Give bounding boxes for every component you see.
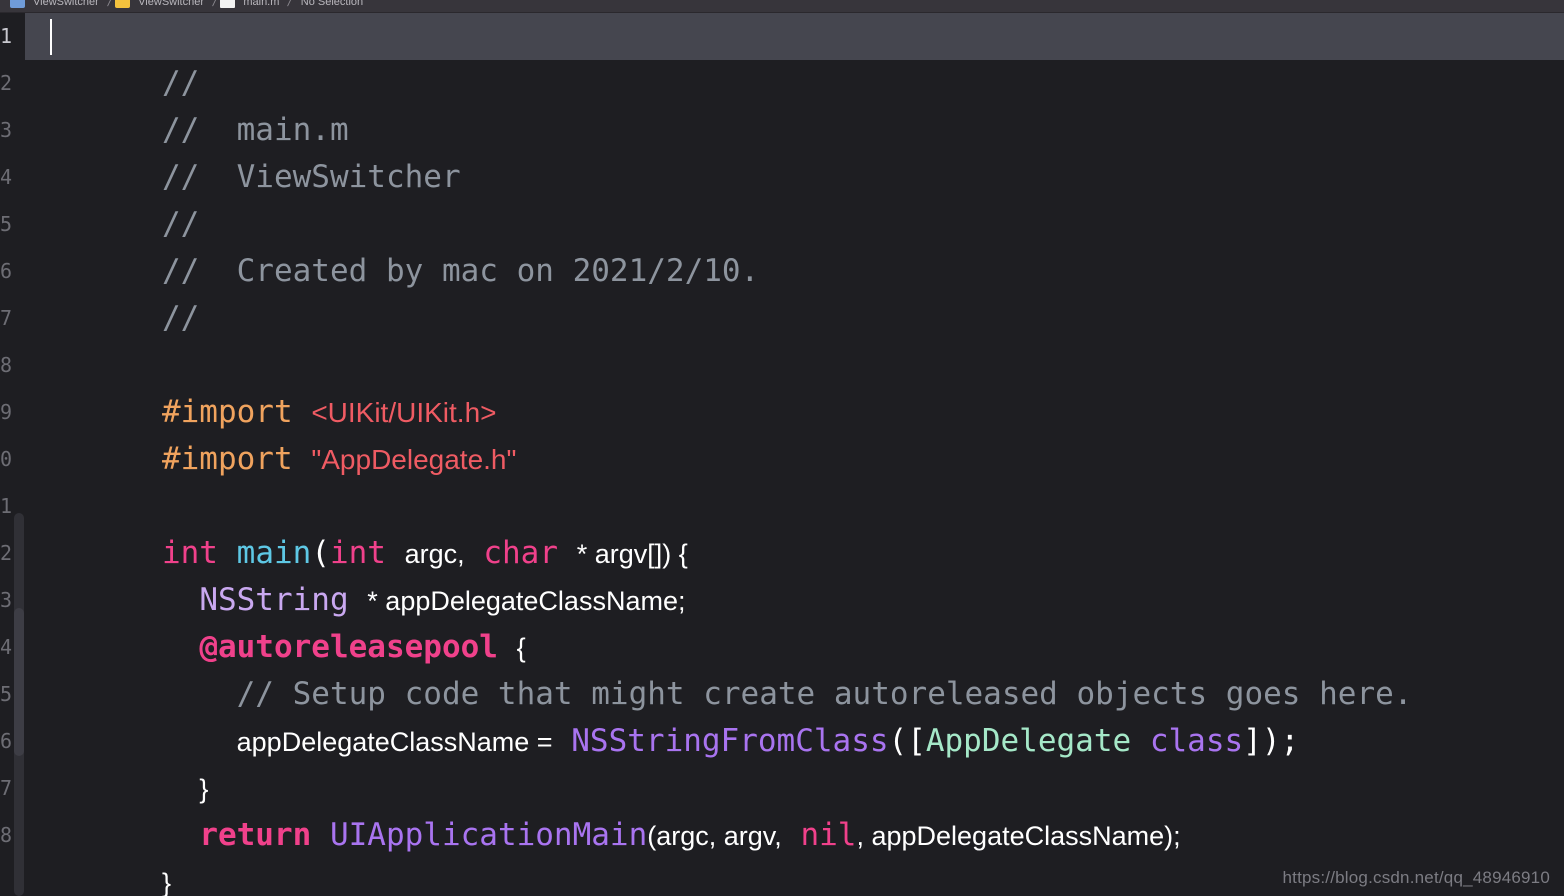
line-number: 12 (0, 541, 12, 565)
line-number: 17 (0, 776, 12, 800)
line-number: 15 (0, 682, 12, 706)
breadcrumb-item-file[interactable]: main.m (238, 0, 284, 8)
code-line[interactable]: // Created by mac on 2021/2/10. (25, 201, 1564, 289)
code-line[interactable]: appDelegateClassName = NSStringFromClass… (25, 671, 1564, 759)
code-line[interactable]: // ViewSwitcher (25, 107, 1564, 195)
line-number: 13 (0, 588, 12, 612)
line-number: 10 (0, 447, 12, 471)
code-line[interactable]: // (25, 248, 1564, 336)
code-line[interactable]: // Setup code that might create autorele… (25, 624, 1564, 712)
line-number: 1 (0, 24, 12, 48)
line-number: 2 (0, 71, 12, 95)
text-cursor (50, 19, 52, 55)
line-number-gutter: 1 2 3 4 5 6 7 8 9 10 11 12 13 14 15 16 1… (0, 13, 13, 896)
code-line[interactable]: NSString * appDelegateClassName; (25, 530, 1564, 618)
file-icon (220, 0, 236, 8)
code-line[interactable]: int main(int argc, char * argv[]) { (25, 483, 1564, 571)
project-icon (10, 0, 25, 8)
breadcrumb-item-selection[interactable]: No Selection (296, 0, 368, 8)
folder-icon (115, 0, 131, 8)
line-number: 6 (0, 259, 12, 283)
line-number: 4 (0, 165, 12, 189)
code-line[interactable] (25, 436, 1564, 483)
line-number: 11 (0, 494, 12, 518)
code-line[interactable]: } (25, 718, 1564, 804)
code-line[interactable]: } (25, 812, 1564, 896)
code-line[interactable]: // main.m (25, 60, 1564, 148)
line-number: 16 (0, 729, 12, 753)
line-number: 7 (0, 306, 12, 330)
code-line[interactable]: #import "AppDelegate.h" (25, 389, 1564, 477)
breadcrumb-bar[interactable]: ViewSwitcher / ViewSwitcher / main.m / N… (0, 0, 1564, 13)
code-text-area[interactable]: // // main.m // ViewSwitcher // // Creat… (25, 13, 1564, 896)
breadcrumb-item-project[interactable]: ViewSwitcher (28, 0, 104, 8)
code-line[interactable]: #import <UIKit/UIKit.h> (25, 342, 1564, 430)
code-line[interactable]: @autoreleasepool { (25, 577, 1564, 665)
code-line[interactable]: return UIApplicationMain(argc, argv, nil… (25, 765, 1564, 853)
token-brace-close-outer: } (161, 868, 172, 896)
code-line[interactable] (25, 295, 1564, 342)
line-number: 9 (0, 400, 12, 424)
code-fold-ribbon-autoreleasepool[interactable] (14, 608, 24, 756)
code-line[interactable]: // (25, 13, 1564, 101)
breadcrumb-item-folder[interactable]: ViewSwitcher (133, 0, 209, 8)
breadcrumb: ViewSwitcher / ViewSwitcher / main.m / N… (0, 0, 368, 12)
watermark-text: https://blog.csdn.net/qq_48946910 (1282, 868, 1550, 887)
line-number: 14 (0, 635, 12, 659)
line-number: 18 (0, 823, 12, 847)
line-number: 3 (0, 118, 12, 142)
code-line[interactable]: // (25, 154, 1564, 242)
line-number: 8 (0, 353, 12, 377)
code-editor-window: ViewSwitcher / ViewSwitcher / main.m / N… (0, 0, 1564, 896)
line-number: 5 (0, 212, 12, 236)
breadcrumb-separator-icon: / (106, 0, 113, 9)
